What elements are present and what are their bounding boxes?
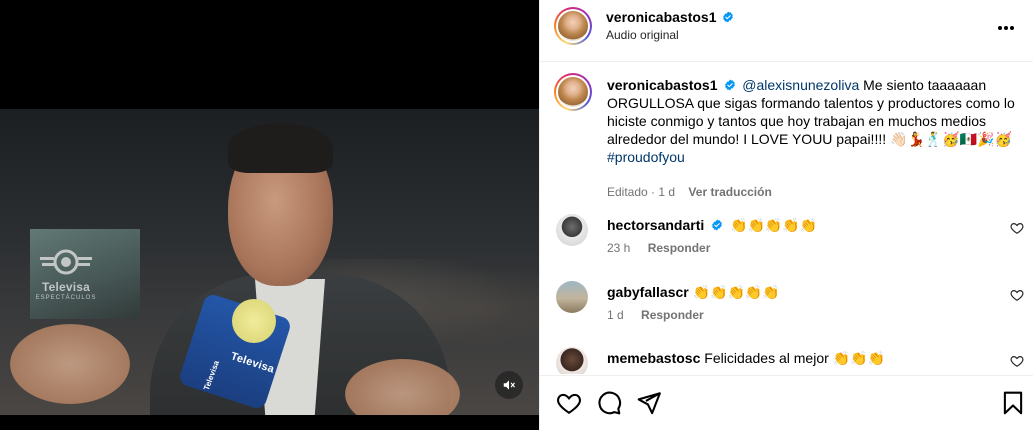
caption-author-avatar-image: [558, 77, 588, 107]
comment-body: 👏👏👏👏👏: [730, 217, 818, 233]
heart-outline-icon[interactable]: [1010, 288, 1024, 302]
comment-text-row: memebastosc Felicidades al mejor 👏👏👏: [607, 349, 885, 367]
video-person-left-hand: [10, 324, 130, 404]
comment-meta: 1 d Responder: [607, 308, 704, 322]
commenter-username-link[interactable]: memebastosc: [607, 350, 700, 366]
comment-text-row: hectorsandarti 👏👏👏👏👏: [607, 216, 817, 234]
see-translation-button[interactable]: Ver traducción: [688, 185, 771, 199]
mute-toggle-button[interactable]: [495, 371, 523, 399]
comment-button[interactable]: [596, 390, 622, 416]
caption-meta: Editado · 1 d Ver traducción: [607, 185, 772, 199]
author-avatar-image: [558, 11, 588, 41]
video-frame[interactable]: Televisa Televisa Televisa ESPECTÁCULOS: [0, 109, 539, 415]
speaker-muted-icon: [503, 380, 515, 390]
heart-outline-icon[interactable]: [1010, 354, 1024, 368]
more-horizontal-icon: [998, 26, 1014, 30]
author-username-row: veronicabastos1: [606, 9, 734, 25]
caption-text-block: veronicabastos1 @alexisnunezoliva Me sie…: [607, 76, 1022, 166]
commenter-username-link[interactable]: gabyfallascr: [607, 284, 689, 300]
author-avatar[interactable]: [554, 7, 592, 45]
post-header: veronicabastos1 Audio original: [540, 0, 1033, 62]
heart-outline-icon[interactable]: [1010, 221, 1024, 235]
save-button[interactable]: [1000, 390, 1026, 416]
verified-badge-icon: [725, 79, 736, 91]
reply-button[interactable]: Responder: [641, 308, 704, 322]
comment-timestamp[interactable]: 23 h: [607, 241, 630, 255]
video-person-hair: [228, 123, 333, 173]
channel-watermark-logo: Televisa ESPECTÁCULOS: [34, 249, 98, 301]
send-icon: [637, 392, 661, 415]
commenter-avatar[interactable]: [556, 214, 588, 246]
commenter-username-link[interactable]: hectorsandarti: [607, 217, 704, 233]
author-username-link[interactable]: veronicabastos1: [606, 9, 717, 25]
post-action-bar: [540, 375, 1033, 430]
caption-author-avatar[interactable]: [554, 73, 592, 111]
comment-text-row: gabyfallascr 👏👏👏👏👏: [607, 283, 780, 301]
reply-button[interactable]: Responder: [648, 241, 711, 255]
channel-logo-name: Televisa: [41, 280, 91, 294]
audio-label-link[interactable]: Audio original: [606, 28, 679, 42]
comment-meta: 23 h Responder: [607, 241, 710, 255]
commenter-avatar[interactable]: [556, 347, 588, 374]
share-button[interactable]: [636, 390, 662, 416]
verified-badge-icon: [712, 219, 723, 231]
channel-logo-subtitle: ESPECTÁCULOS: [35, 295, 97, 301]
comments-scroll-area[interactable]: veronicabastos1 @alexisnunezoliva Me sie…: [540, 63, 1033, 374]
post-detail-panel: veronicabastos1 Audio original veronicab…: [539, 0, 1033, 430]
caption-timestamp[interactable]: 1 d: [658, 185, 675, 199]
more-options-button[interactable]: [994, 16, 1018, 40]
bookmark-icon: [1003, 391, 1023, 415]
video-player[interactable]: Televisa Televisa Televisa ESPECTÁCULOS: [0, 0, 539, 430]
comment-body: Felicidades al mejor 👏👏👏: [704, 350, 885, 366]
edited-label: Editado: [607, 185, 648, 199]
caption-username-link[interactable]: veronicabastos1: [607, 77, 718, 93]
comment-body: 👏👏👏👏👏: [692, 284, 780, 300]
like-button[interactable]: [556, 390, 582, 416]
caption-hashtag-link[interactable]: #proudofyou: [607, 149, 685, 165]
comment-icon: [598, 391, 622, 415]
channel-logo-icon: [40, 249, 92, 275]
caption-mention-link[interactable]: @alexisnunezoliva: [742, 77, 859, 93]
comment-timestamp[interactable]: 1 d: [607, 308, 624, 322]
verified-badge-icon: [722, 11, 733, 23]
video-microphone-head: [232, 299, 276, 343]
commenter-avatar[interactable]: [556, 281, 588, 313]
heart-icon: [557, 393, 581, 414]
